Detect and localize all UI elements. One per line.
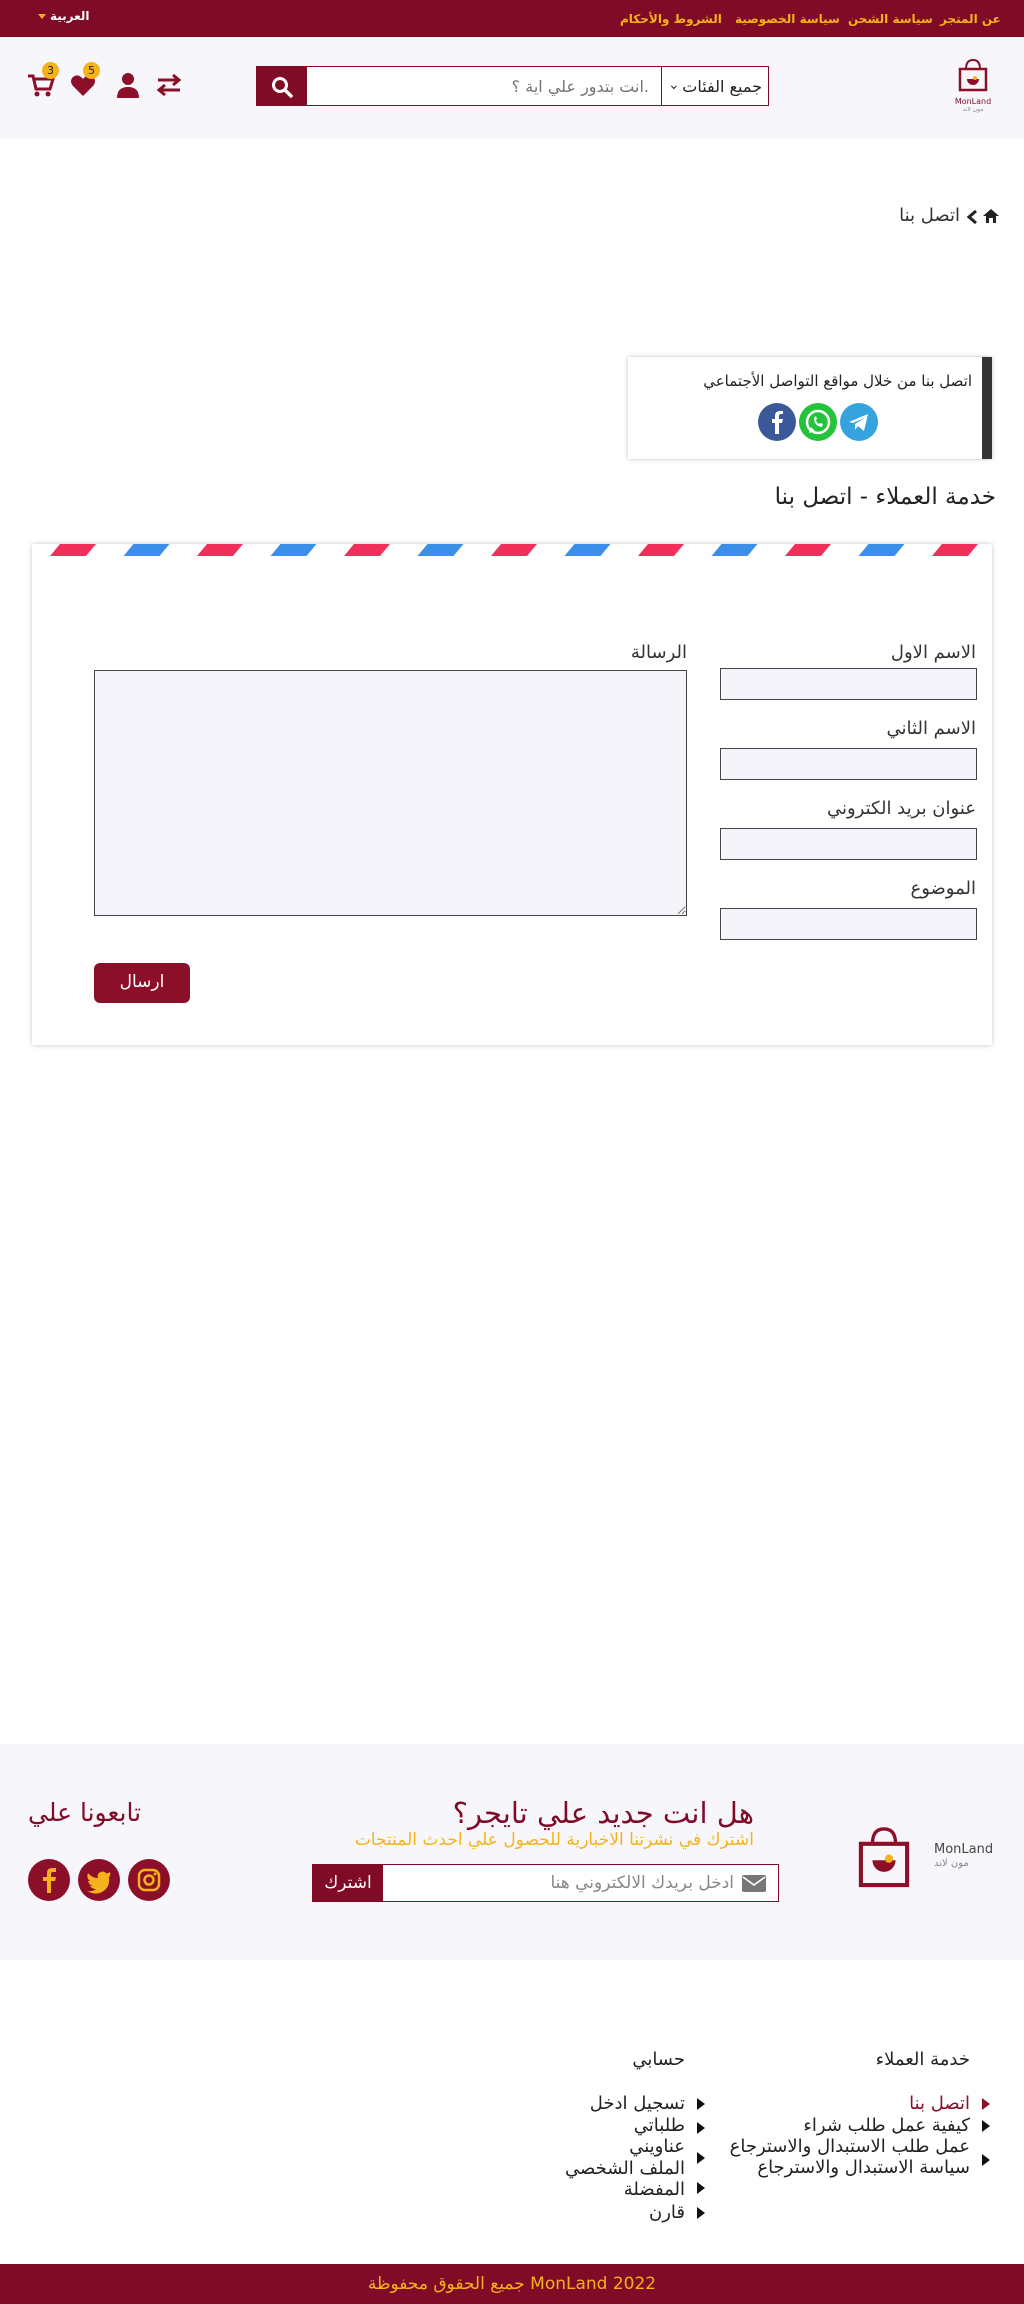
message-label: الرسالة	[630, 642, 687, 663]
airmail-stripe-segment	[417, 544, 464, 556]
facebook-icon[interactable]	[758, 403, 796, 441]
footer-link-addresses[interactable]: عناويني	[629, 2136, 685, 2157]
message-textarea[interactable]	[94, 670, 687, 916]
search-input[interactable]	[307, 67, 661, 105]
chevron-right-icon	[697, 2122, 705, 2134]
cart-button[interactable]: 3	[26, 62, 59, 100]
logo[interactable]: MonLand مون لاند	[950, 57, 996, 113]
airmail-stripe-segment	[50, 544, 96, 556]
airmail-stripe-segment	[711, 544, 758, 556]
footer-link-return-policy[interactable]: سياسة الاستبدال والاسترجاع	[757, 2157, 970, 2178]
breadcrumb: اتصل بنا	[880, 205, 1000, 231]
first-name-field[interactable]	[720, 668, 977, 700]
shopping-bag-logo-icon	[958, 58, 988, 92]
search-icon	[272, 77, 293, 98]
contact-form-card: الاسم الاول الاسم الثاني عنوان بريد الكت…	[32, 544, 992, 1045]
language-selector[interactable]: العربية	[38, 9, 90, 23]
chevron-right-icon	[697, 2152, 705, 2164]
facebook-icon[interactable]	[28, 1859, 70, 1901]
copyright-text: جميع الحقوق محفوظة MonLand 2022	[367, 2274, 657, 2294]
footer-link-contact[interactable]: اتصل بنا	[909, 2093, 970, 2114]
newsletter-email-input[interactable]: ادخل بريدك الالكتروني هنا	[550, 1873, 734, 1893]
chevron-left-icon	[966, 209, 977, 225]
airmail-stripe-segment	[197, 544, 243, 556]
account-heading: حسابي	[632, 2049, 685, 2070]
subject-field[interactable]	[720, 908, 977, 940]
footer-link-how-to-order[interactable]: كيفية عمل طلب شراء	[803, 2115, 970, 2136]
home-icon[interactable]	[982, 208, 1000, 224]
footer-link-login[interactable]: تسجيل ادخل	[590, 2093, 685, 2114]
user-icon	[117, 73, 139, 98]
footer-logo[interactable]: MonLand مون لاند	[854, 1824, 994, 1894]
social-box-title: اتصل بنا من خلال مواقع التواصل الأجتماعي	[703, 372, 972, 390]
send-button[interactable]: ارسال	[94, 963, 190, 1003]
customer-service-heading: خدمة العملاء	[875, 2049, 970, 2070]
subject-label: الموضوع	[910, 878, 976, 899]
page-title: خدمة العملاء - اتصل بنا	[774, 484, 996, 510]
account-button[interactable]	[113, 70, 143, 100]
airmail-stripe	[50, 544, 978, 556]
chevron-right-icon	[982, 2120, 990, 2132]
wishlist-button[interactable]: 5	[68, 62, 100, 100]
follow-us-heading: تابعونا علي	[28, 1798, 142, 1827]
email-label: عنوان بريد الكتروني	[826, 798, 976, 819]
search-button[interactable]	[257, 67, 307, 105]
compare-arrows-icon	[156, 73, 182, 97]
newsletter-subtitle: اشترك في نشرتنا الاخبارية للحصول علي احد…	[354, 1830, 754, 1850]
chevron-right-icon	[982, 2098, 990, 2110]
envelope-icon	[742, 1875, 766, 1892]
top-bar: العربية الشروط والأحكام سياسة الخصوصية س…	[0, 0, 1024, 37]
chevron-right-icon	[982, 2154, 990, 2166]
chevron-down-icon: ⌄	[668, 77, 680, 93]
instagram-icon[interactable]	[128, 1859, 170, 1901]
compare-button[interactable]	[154, 70, 184, 100]
first-name-label: الاسم الاول	[890, 642, 976, 663]
newsletter-section: MonLand مون لاند هل انت جديد علي تايجر؟ …	[0, 1744, 1024, 1960]
chevron-right-icon	[697, 2182, 705, 2194]
email-field[interactable]	[720, 828, 977, 860]
shopping-bag-logo-icon	[858, 1827, 910, 1888]
airmail-stripe-segment	[491, 544, 537, 556]
footer-link-orders[interactable]: طلباتي	[634, 2115, 685, 2136]
airmail-stripe-segment	[785, 544, 831, 556]
last-name-field[interactable]	[720, 748, 977, 780]
wishlist-count-badge: 5	[83, 62, 100, 79]
airmail-stripe-segment	[123, 544, 170, 556]
subscribe-button[interactable]: اشترك	[313, 1865, 383, 1901]
footer-link-favorites[interactable]: المفضلة	[624, 2179, 685, 2200]
privacy-link[interactable]: سياسة الخصوصية	[735, 12, 840, 26]
cart-count-badge: 3	[42, 62, 59, 79]
category-select[interactable]: جميع الفئات ⌄	[661, 67, 768, 105]
telegram-icon[interactable]	[840, 403, 878, 441]
footer-link-return-request[interactable]: عمل طلب الاستبدال والاسترجاع	[730, 2136, 970, 2157]
airmail-stripe-segment	[270, 544, 317, 556]
twitter-icon[interactable]	[78, 1859, 120, 1901]
shipping-link[interactable]: سياسة الشحن	[848, 12, 933, 26]
newsletter-heading: هل انت جديد علي تايجر؟	[452, 1796, 754, 1830]
terms-link[interactable]: الشروط والأحكام	[620, 12, 722, 26]
caret-down-icon	[38, 14, 46, 19]
whatsapp-icon[interactable]	[799, 403, 837, 441]
airmail-stripe-segment	[932, 544, 978, 556]
chevron-right-icon	[697, 2207, 705, 2219]
breadcrumb-current: اتصل بنا	[899, 205, 960, 226]
about-link[interactable]: عن المتجر	[940, 12, 1001, 26]
social-contact-box: اتصل بنا من خلال مواقع التواصل الأجتماعي	[628, 357, 992, 459]
footer-link-compare[interactable]: قارن	[649, 2202, 685, 2223]
search-bar: جميع الفئات ⌄	[256, 66, 769, 106]
airmail-stripe-segment	[858, 544, 905, 556]
airmail-stripe-segment	[344, 544, 390, 556]
chevron-right-icon	[697, 2098, 705, 2110]
airmail-stripe-segment	[564, 544, 611, 556]
newsletter-form: اشترك ادخل بريدك الالكتروني هنا	[312, 1864, 779, 1902]
footer-link-profile[interactable]: الملف الشخصي	[565, 2158, 685, 2179]
copyright-bar: جميع الحقوق محفوظة MonLand 2022	[0, 2264, 1024, 2304]
airmail-stripe-segment	[638, 544, 684, 556]
last-name-label: الاسم الثاني	[886, 718, 976, 739]
